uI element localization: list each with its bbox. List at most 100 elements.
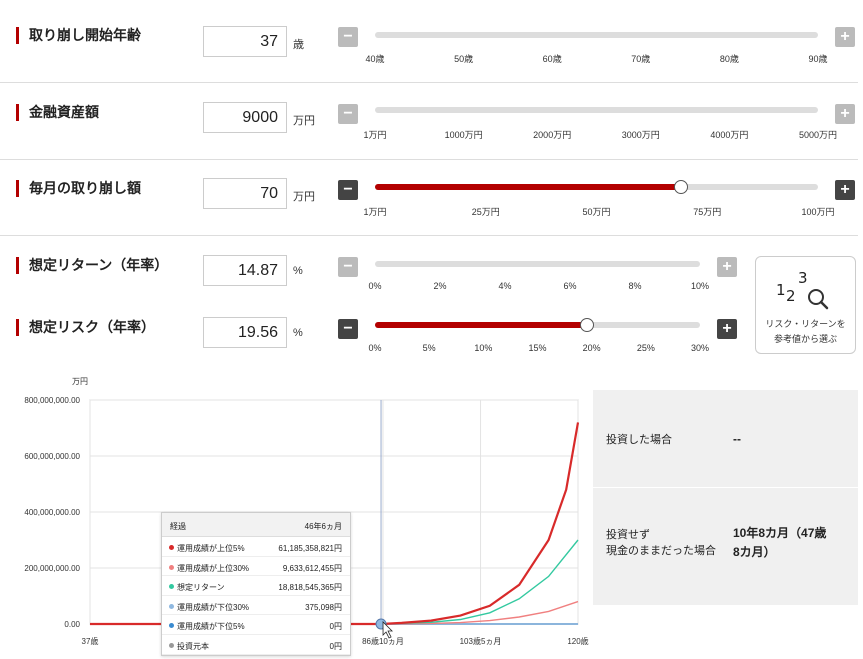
digit-one: 1 bbox=[776, 281, 786, 299]
slider-tick-label: 15% bbox=[528, 343, 547, 353]
series-dot-icon bbox=[169, 584, 174, 590]
start-age-input[interactable]: 37 bbox=[203, 26, 287, 57]
assets-minus-button[interactable]: − bbox=[338, 104, 358, 124]
slider-tick-label: 1万円 bbox=[363, 130, 387, 140]
risk-unit: % bbox=[293, 327, 303, 339]
tooltip-row-label: 運用成績が下位5% bbox=[177, 622, 245, 632]
digit-three: 3 bbox=[798, 269, 808, 287]
y-tick-label: 200,000,000.00 bbox=[24, 564, 80, 573]
x-tick-label: 37歳 bbox=[82, 636, 99, 646]
monthly-slider-fill bbox=[375, 184, 681, 190]
tooltip-row-value: 0円 bbox=[329, 641, 342, 651]
risk-label: 想定リスク（年率） bbox=[16, 319, 155, 336]
cash-label: 投資せず 現金のままだった場合 bbox=[606, 527, 716, 559]
risk-slider-thumb[interactable] bbox=[579, 318, 594, 332]
tooltip-row-label: 運用成績が下位30% bbox=[177, 602, 250, 612]
tooltip-row-value: 0円 bbox=[329, 622, 342, 632]
x-tick-label: 120歳 bbox=[567, 636, 588, 646]
tooltip-row-label: 運用成績が上位30% bbox=[177, 563, 250, 573]
monthly-input[interactable]: 70 bbox=[203, 178, 287, 209]
slider-tick-label: 10% bbox=[690, 281, 710, 291]
assets-unit: 万円 bbox=[293, 115, 315, 127]
slider-tick-label: 20% bbox=[582, 343, 601, 353]
risk-input[interactable]: 19.56 bbox=[203, 317, 287, 348]
tooltip-row-value: 61,185,358,821円 bbox=[278, 544, 342, 553]
invested-result-row: 投資した場合 -- bbox=[593, 390, 858, 488]
return-minus-button[interactable]: − bbox=[338, 257, 358, 277]
monthly-unit: 万円 bbox=[293, 191, 315, 203]
risk-slider[interactable] bbox=[375, 318, 700, 332]
y-tick-label: 400,000,000.00 bbox=[24, 508, 80, 517]
risk-minus-button[interactable]: − bbox=[338, 319, 358, 339]
cash-value: 10年8カ月（47歳 8カ月） bbox=[733, 524, 826, 562]
risk-slider-fill bbox=[375, 322, 587, 328]
y-tick-label: 800,000,000.00 bbox=[24, 396, 80, 405]
magnifier-icon bbox=[808, 289, 829, 310]
tooltip-rows: 運用成績が上位5% 61,185,358,821円運用成績が上位30% 9,633,… bbox=[162, 537, 350, 655]
monthly-row: 毎月の取り崩し額 70 万円 − + 1万円 25万円 50万円 75万円 100万円 bbox=[0, 160, 858, 236]
risk-plus-button[interactable]: + bbox=[717, 319, 737, 339]
slider-tick-label: 2% bbox=[433, 281, 447, 291]
cash-label-line2: 現金のままだった場合 bbox=[606, 545, 716, 557]
assets-input[interactable]: 9000 bbox=[203, 102, 287, 133]
assets-plus-button[interactable]: + bbox=[835, 104, 855, 124]
series-dot-icon bbox=[169, 642, 174, 648]
tooltip-row: 運用成績が下位5% 0円 bbox=[162, 615, 350, 635]
monthly-minus-button[interactable]: − bbox=[338, 180, 358, 200]
return-slider[interactable] bbox=[375, 261, 700, 267]
y-tick-label: 600,000,000.00 bbox=[24, 452, 80, 461]
slider-tick-label: 1000万円 bbox=[444, 130, 483, 140]
slider-tick-label: 50万円 bbox=[582, 207, 611, 217]
tooltip-row-label: 運用成績が上位5% bbox=[177, 544, 245, 553]
assets-row: 金融資産額 9000 万円 − + 1万円 1000万円 2000万円 3000万円 4… bbox=[0, 83, 858, 160]
cash-value-line2: 8カ月） bbox=[733, 545, 776, 559]
tooltip-row: 投資元本 0円 bbox=[162, 635, 350, 655]
y-tick-label: 0.00 bbox=[64, 620, 80, 629]
monthly-plus-button[interactable]: + bbox=[835, 180, 855, 200]
slider-tick-label: 8% bbox=[628, 281, 642, 291]
slider-tick-label: 50歳 bbox=[454, 54, 474, 64]
tooltip-row: 運用成績が上位5% 61,185,358,821円 bbox=[162, 537, 350, 557]
slider-tick-label: 90歳 bbox=[808, 54, 828, 64]
slider-tick-label: 1万円 bbox=[363, 207, 387, 217]
digit-two: 2 bbox=[786, 287, 796, 305]
series-dot-icon bbox=[169, 623, 174, 629]
start-age-row: 取り崩し開始年齢 37 歳 − + 40歳 50歳 60歳 70歳 80歳 90歳 bbox=[0, 0, 858, 83]
return-input[interactable]: 14.87 bbox=[203, 255, 287, 286]
slider-tick-label: 75万円 bbox=[693, 207, 722, 217]
return-plus-button[interactable]: + bbox=[717, 257, 737, 277]
tooltip-row-value: 375,098円 bbox=[305, 602, 342, 612]
slider-tick-label: 5% bbox=[422, 343, 436, 353]
return-risk-row: 想定リターン（年率） 14.87 % − + 0% 2% 4% 6% 8% 10% 想定リ… bbox=[0, 236, 858, 370]
slider-tick-label: 10% bbox=[474, 343, 493, 353]
start-age-label: 取り崩し開始年齢 bbox=[16, 27, 141, 44]
slider-tick-label: 2000万円 bbox=[533, 130, 572, 140]
slider-tick-label: 3000万円 bbox=[621, 130, 660, 140]
slider-tick-label: 6% bbox=[563, 281, 577, 291]
monthly-label: 毎月の取り崩し額 bbox=[16, 180, 141, 197]
x-tick-label: 86歳10ヵ月 bbox=[362, 636, 404, 646]
start-age-slider[interactable] bbox=[375, 32, 818, 38]
y-axis-unit-label: 万円 bbox=[72, 377, 88, 386]
tooltip-row-label: 投資元本 bbox=[177, 641, 209, 651]
start-age-minus-button[interactable]: − bbox=[338, 27, 358, 47]
slider-tick-label: 60歳 bbox=[542, 54, 562, 64]
start-age-plus-button[interactable]: + bbox=[835, 27, 855, 47]
slider-tick-label: 0% bbox=[368, 281, 382, 291]
reference-label: リスク・リターンを 参考値から選ぶ bbox=[756, 317, 855, 347]
return-unit: % bbox=[293, 265, 303, 277]
assets-slider[interactable] bbox=[375, 107, 818, 113]
cash-value-line1: 10年8カ月（47歳 bbox=[733, 526, 827, 540]
series-dot-icon bbox=[169, 603, 174, 609]
result-panel: 投資した場合 -- 投資せず 現金のままだった場合 10年8カ月（47歳 8カ月… bbox=[593, 390, 858, 605]
series-dot-icon bbox=[169, 545, 174, 550]
monthly-slider[interactable] bbox=[375, 180, 818, 194]
tooltip-row-label: 想定リターン bbox=[177, 583, 225, 593]
slider-tick-label: 4% bbox=[498, 281, 512, 291]
slider-tick-label: 5000万円 bbox=[798, 130, 838, 140]
return-label: 想定リターン（年率） bbox=[16, 257, 168, 274]
slider-tick-label: 80歳 bbox=[719, 54, 739, 64]
reference-picker-button[interactable]: 1 2 3 リスク・リターンを 参考値から選ぶ bbox=[755, 256, 856, 354]
monthly-slider-thumb[interactable] bbox=[673, 180, 688, 194]
tooltip-row: 運用成績が上位30% 9,633,612,455円 bbox=[162, 557, 350, 577]
